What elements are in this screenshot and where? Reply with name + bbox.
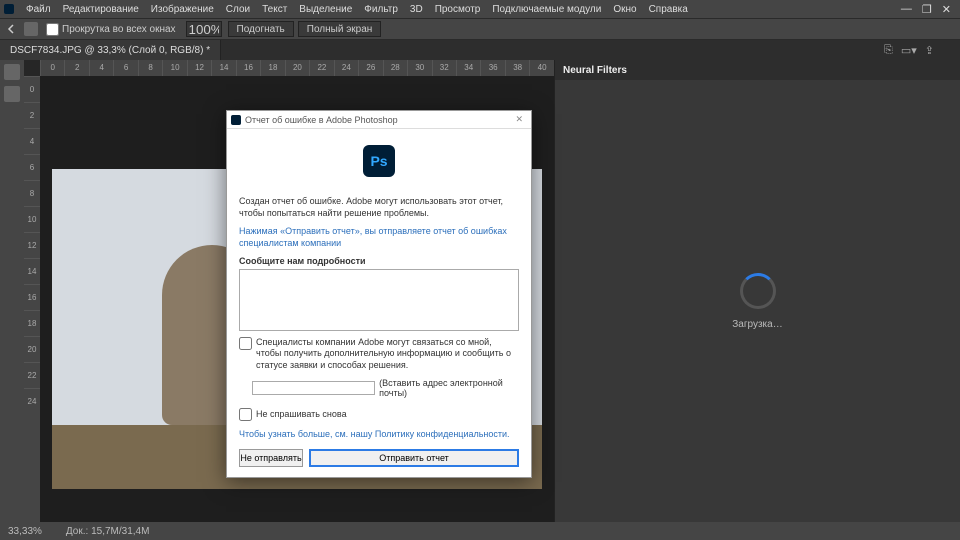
toolbox [0, 60, 24, 522]
ruler-tick: 2 [24, 102, 40, 128]
dialog-title: Отчет об ошибке в Adobe Photoshop [245, 115, 398, 125]
ruler-tick: 4 [24, 128, 40, 154]
status-bar: 33,33% Док.: 15,7М/31,4М [0, 522, 960, 540]
ruler-tick: 0 [40, 60, 64, 76]
dont-send-button[interactable]: Не отправлять [239, 449, 303, 467]
menu-text[interactable]: Текст [256, 4, 293, 15]
ruler-tick: 18 [24, 310, 40, 336]
email-input[interactable] [252, 381, 375, 395]
email-hint: (Вставить адрес электронной почты) [379, 378, 519, 398]
ruler-tick: 24 [334, 60, 358, 76]
ruler-tick: 22 [309, 60, 333, 76]
tool-hand[interactable] [4, 86, 20, 102]
ruler-tick: 8 [138, 60, 162, 76]
menu-window[interactable]: Окно [607, 4, 642, 15]
ruler-tick: 16 [236, 60, 260, 76]
ruler-tick: 16 [24, 284, 40, 310]
share-controls: ⎘ ▭▾ ⇪ [884, 44, 960, 57]
menu-help[interactable]: Справка [643, 4, 694, 15]
ps-mini-icon [231, 115, 241, 125]
menu-view[interactable]: Просмотр [429, 4, 487, 15]
ruler-vertical: 024681012141618202224 [24, 76, 40, 522]
privacy-policy-link[interactable]: Чтобы узнать больше, см. нашу Политику к… [239, 429, 519, 439]
scroll-all-input[interactable] [46, 23, 59, 36]
ruler-horizontal: 0246810121416182022242628303234363840 [40, 60, 554, 76]
menu-select[interactable]: Выделение [293, 4, 358, 15]
window-restore-icon[interactable]: ❐ [917, 3, 937, 16]
window-minimize-icon[interactable]: — [896, 3, 917, 15]
ruler-tick: 38 [505, 60, 529, 76]
document-tab-bar: DSCF7834.JPG @ 33,3% (Слой 0, RGB/8) * ⎘… [0, 40, 960, 60]
ruler-tick: 28 [383, 60, 407, 76]
ruler-tick: 10 [24, 206, 40, 232]
menu-layers[interactable]: Слои [220, 4, 256, 15]
menu-3d[interactable]: 3D [404, 4, 429, 15]
status-zoom[interactable]: 33,33% [8, 526, 42, 537]
details-label: Сообщите нам подробности [239, 256, 519, 266]
menu-plugins[interactable]: Подключаемые модули [486, 4, 607, 15]
dont-ask-label: Не спрашивать снова [256, 409, 347, 419]
ruler-tick: 32 [432, 60, 456, 76]
ruler-tick: 6 [24, 154, 40, 180]
app-icon [4, 4, 14, 14]
dialog-paragraph-2[interactable]: Нажимая «Отправить отчет», вы отправляет… [239, 225, 519, 249]
fit-button[interactable]: Подогнать [228, 21, 294, 37]
neural-filters-panel: Neural Filters Загрузка… [554, 60, 960, 522]
scroll-all-label: Прокрутка во всех окнах [62, 24, 176, 35]
ruler-tick: 10 [162, 60, 186, 76]
fullscreen-button[interactable]: Полный экран [298, 21, 382, 37]
upload-icon[interactable]: ⇪ [925, 44, 934, 57]
menu-image[interactable]: Изображение [145, 4, 220, 15]
ruler-tick: 6 [113, 60, 137, 76]
menu-bar: Файл Редактирование Изображение Слои Тек… [0, 0, 960, 18]
dont-ask-checkbox[interactable] [239, 408, 252, 421]
ruler-tick: 0 [24, 76, 40, 102]
send-report-button[interactable]: Отправить отчет [309, 449, 519, 467]
dialog-close-icon[interactable]: ✕ [511, 114, 527, 125]
spinner-icon [740, 273, 776, 309]
arrange-icon[interactable]: ▭▾ [901, 44, 917, 57]
dialog-titlebar[interactable]: Отчет об ошибке в Adobe Photoshop ✕ [227, 111, 531, 129]
ruler-tick: 30 [407, 60, 431, 76]
ruler-tick: 20 [285, 60, 309, 76]
ruler-tick: 26 [358, 60, 382, 76]
crash-report-dialog: Отчет об ошибке в Adobe Photoshop ✕ Ps С… [226, 110, 532, 478]
ruler-tick: 8 [24, 180, 40, 206]
ruler-tick: 18 [260, 60, 284, 76]
share-icon[interactable]: ⎘ [884, 44, 893, 57]
back-icon[interactable] [4, 22, 18, 36]
ruler-tick: 36 [480, 60, 504, 76]
panel-title: Neural Filters [555, 60, 960, 80]
tool-move[interactable] [4, 64, 20, 80]
status-doc-size[interactable]: Док.: 15,7М/31,4М [66, 526, 150, 537]
hand-tool-icon[interactable] [24, 22, 38, 36]
dialog-paragraph-1: Создан отчет об ошибке. Adobe могут испо… [239, 195, 519, 219]
scroll-all-checkbox[interactable]: Прокрутка во всех окнах [46, 23, 176, 36]
ruler-tick: 4 [89, 60, 113, 76]
ruler-tick: 14 [211, 60, 235, 76]
window-close-icon[interactable]: ✕ [937, 3, 956, 16]
menu-edit[interactable]: Редактирование [57, 4, 145, 15]
zoom-input[interactable] [186, 21, 222, 37]
ruler-tick: 34 [456, 60, 480, 76]
document-tab[interactable]: DSCF7834.JPG @ 33,3% (Слой 0, RGB/8) * [0, 40, 221, 60]
ruler-tick: 40 [529, 60, 553, 76]
contact-checkbox[interactable] [239, 337, 252, 350]
ruler-tick: 12 [24, 232, 40, 258]
ps-large-icon: Ps [363, 145, 395, 177]
menu-filter[interactable]: Фильтр [358, 4, 404, 15]
ruler-tick: 2 [64, 60, 88, 76]
menu-file[interactable]: Файл [20, 4, 57, 15]
loading-text: Загрузка… [732, 319, 782, 330]
ruler-tick: 22 [24, 362, 40, 388]
ruler-tick: 20 [24, 336, 40, 362]
ruler-tick: 14 [24, 258, 40, 284]
ruler-tick: 12 [187, 60, 211, 76]
ruler-tick: 24 [24, 388, 40, 414]
contact-text: Специалисты компании Adobe могут связать… [256, 337, 519, 372]
details-textarea[interactable] [239, 269, 519, 331]
options-bar: Прокрутка во всех окнах Подогнать Полный… [0, 18, 960, 40]
